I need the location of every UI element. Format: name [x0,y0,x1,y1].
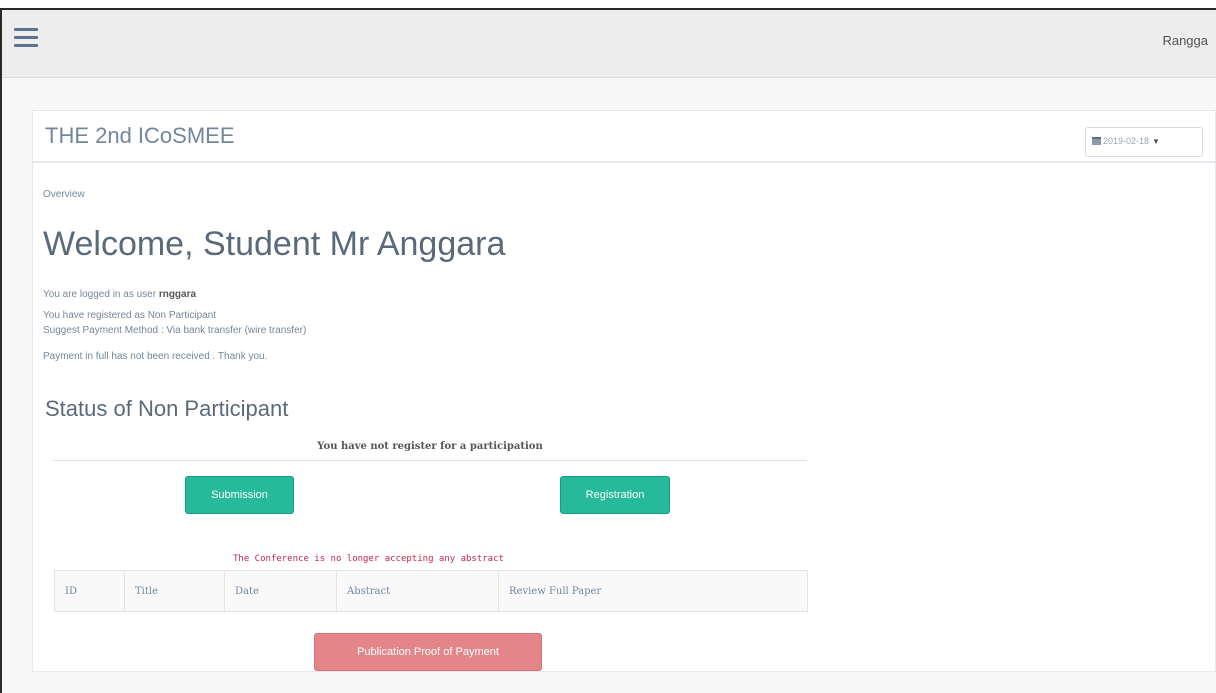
payment-method-info: Suggest Payment Method : Via bank transf… [43,325,307,336]
registered-as-info: You have registered as Non Participant [43,310,217,321]
column-header-review-full-paper: Review Full Paper [509,585,602,597]
abstract-closed-message: The Conference is no longer accepting an… [233,554,504,564]
logged-in-username: rnggara [158,289,197,300]
hamburger-menu-icon[interactable] [14,28,38,48]
table-header-row: ID Title Date Abstract Review Full Paper [54,570,808,612]
publication-proof-of-payment-button[interactable]: Publication Proof of Payment [314,633,542,671]
submission-button[interactable]: Submission [185,476,294,514]
column-header-title: Title [124,570,225,612]
status-heading: Status of Non Participant [45,396,289,421]
panel-header: THE 2nd ICoSMEE 2019-02-18 ▼ [33,111,1216,163]
conference-title: THE 2nd ICoSMEE [45,123,235,148]
top-navbar: Rangga [2,10,1216,78]
dashboard-panel: THE 2nd ICoSMEE 2019-02-18 ▼ Overview Wel… [32,110,1216,672]
breadcrumb: Overview [43,189,85,200]
registration-button[interactable]: Registration [560,476,670,514]
caret-down-icon: ▼ [1152,137,1160,146]
app-frame: Rangga THE 2nd ICoSMEE 2019-02-18 ▼ Overv… [0,8,1216,693]
welcome-heading: Welcome, Student Mr Anggara [43,225,506,263]
column-header-abstract: Abstract [336,570,499,612]
logged-in-info: You are logged in as user rnggara [43,289,196,300]
papers-table: ID Title Date Abstract Review Full Paper [54,570,808,612]
column-header-id: ID [54,570,125,612]
payment-status-info: Payment in full has not been received . … [43,351,268,362]
logged-in-prefix: You are logged in as user [43,289,157,300]
calendar-icon [1092,137,1101,145]
not-registered-message: You have not register for a participatio… [53,439,807,461]
column-header-date: Date [224,570,337,612]
date-value: 2019-02-18 [1103,136,1150,146]
date-range-dropdown[interactable]: 2019-02-18 ▼ [1085,127,1203,157]
user-profile-menu[interactable]: Rangga [1162,33,1208,48]
